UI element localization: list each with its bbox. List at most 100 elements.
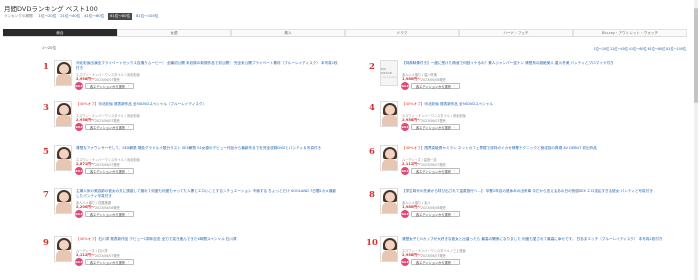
ranking-period-label: ランキングの期間 — [4, 14, 33, 18]
edition-select-label: 各エディションから選択 — [90, 212, 125, 217]
product-title-link[interactable]: 【40%オフ】河北彩伽 発表新作品 全50DVDスペシャル — [402, 102, 664, 107]
thumbnail-face — [59, 149, 69, 159]
edition-select-button[interactable]: 各エディションから選択 › — [411, 124, 461, 130]
edition-select-button[interactable]: 各エディションから選択 › — [85, 83, 135, 89]
rank-number: 7 — [43, 190, 49, 200]
ranking-item: 5 清楚なアナウンサーそして、SEX解禁 現役グラドル十数分ラスト SEX解禁 S… — [40, 145, 340, 185]
ranking-item: 4 【40%オフ】河北彩伽 発表新作品 全50DVDスペシャル エスワン・ナンバーワ… — [366, 101, 666, 141]
discount-tag: 【40%オフ】 — [402, 146, 425, 150]
sale-badge: SALE — [75, 167, 83, 175]
product-title-text: 河北彩伽 発表新作品 全50DVDスペシャル — [424, 102, 493, 106]
thumbnail-face — [385, 149, 395, 159]
edition-select-label: 各エディションから選択 — [90, 169, 125, 174]
edition-select-button[interactable]: 各エディションから選択 › — [411, 168, 461, 174]
tab-amateur[interactable]: 素人 — [231, 29, 345, 36]
release-date: 2023/06/07発売 — [421, 119, 446, 123]
tab-bluray-outlet[interactable]: Blu-ray・アウトレット・ウォッチ — [573, 29, 687, 36]
product-thumbnail[interactable] — [54, 236, 72, 262]
page-link-21-40[interactable]: 21位〜40位 — [610, 46, 628, 51]
product-title-link[interactable]: 清楚女子とGカップが大好きな彼女と出逢ったら 最高の関係になりました 何度も愛さ… — [402, 237, 664, 242]
edition-select-button[interactable]: 各エディションから選択 › — [411, 83, 461, 89]
edition-select-button[interactable]: 各エディションから選択 › — [411, 259, 461, 265]
tab-hard-fetish[interactable]: ハード・フェチ — [459, 29, 573, 36]
rank-number: 8 — [369, 190, 375, 200]
product-title-text: 河北彩伽 発表新作品 全50DVDスペシャル（ブルーレイディスク） — [98, 102, 207, 106]
edition-select-label: 各エディションから選択 — [416, 125, 451, 130]
product-thumbnail[interactable] — [380, 101, 398, 127]
scrollbar-thumb[interactable] — [694, 8, 698, 103]
chevron-right-icon: › — [453, 169, 456, 173]
product-title-text: 清楚女子とGカップが大好きな彼女と出逢ったら 最高の関係になりました 何度も愛さ… — [402, 237, 663, 241]
product-thumbnail[interactable] — [380, 236, 398, 262]
product-thumbnail[interactable] — [54, 60, 72, 86]
edition-select-button[interactable]: 各エディションから選択 › — [85, 168, 135, 174]
thumbnail-body — [56, 159, 71, 170]
release-date: 2023/06/07発売 — [95, 254, 120, 258]
product-title-link[interactable]: 河北彩伽出演全プライベートセックス自撮りムービー！ 全編初公開 未収録の新規作品… — [76, 61, 338, 71]
product-title-text: 河北彩伽出演全プライベートセックス自撮りムービー！ 全編初公開 未収録の新規作品… — [76, 61, 338, 70]
sale-badge: SALE — [401, 123, 409, 131]
thumbnail-face — [59, 192, 69, 202]
sale-badge: SALE — [75, 82, 83, 90]
product-title-text: 【学生時代の先輩から呼び出されて温泉旅行へ…】 卒業2年目の夏休みの出来事 今だ… — [402, 189, 653, 193]
thumbnail-body — [382, 159, 397, 170]
edition-select-button[interactable]: 各エディションから選択 › — [411, 211, 461, 217]
page-link-61-80[interactable]: 61位〜80位 — [648, 46, 666, 51]
product-thumbnail[interactable]: NO IMAGE now printing — [380, 60, 398, 86]
page-link-41-60[interactable]: 41位〜60位 — [629, 46, 647, 51]
page-scrollbar[interactable] — [694, 0, 698, 280]
chevron-right-icon: › — [453, 125, 456, 129]
ranking-item: 8 【学生時代の先輩から呼び出されて温泉旅行へ…】 卒業2年目の夏休みの出来事 今… — [366, 188, 666, 228]
product-thumbnail[interactable] — [380, 188, 398, 214]
edition-select-button[interactable]: 各エディションから選択 › — [85, 259, 135, 265]
rank-number: 5 — [43, 147, 49, 157]
page-link-81-100[interactable]: 81位〜100位 — [666, 46, 686, 51]
edition-select-label: 各エディションから選択 — [90, 125, 125, 130]
product-title-link[interactable]: 【40%オフ】河北彩伽 発表新作品 全50DVDスペシャル（ブルーレイディスク） — [76, 102, 338, 107]
product-title-link[interactable]: 【40%オフ】限界突破再ヤミラン ネットカフェ界隈で評判のイカセ神業テクニックと… — [402, 146, 664, 151]
product-thumbnail[interactable] — [54, 188, 72, 214]
thumbnail-face — [59, 105, 69, 115]
thumbnail-body — [382, 202, 397, 213]
discount-tag: 【40%オフ】 — [76, 102, 99, 106]
chevron-right-icon: › — [453, 212, 456, 216]
range-link-21-40[interactable]: 21位〜40位 — [60, 14, 80, 19]
product-title-link[interactable]: 主婦人気の美容師の彼女の夫に誘惑して隠れて何度も何度もヤってた人妻とエロいことす… — [76, 189, 338, 199]
product-title-link[interactable]: 【40%オフ】石川澪 発表新作品 デビュー1周年記念 全力で突き進んできた4時間… — [76, 237, 338, 242]
chevron-right-icon: › — [127, 169, 130, 173]
range-link-81-100[interactable]: 81位〜100位 — [136, 14, 158, 19]
sale-badge: SALE — [401, 82, 409, 90]
release-date: 2023/06/07発売 — [95, 78, 120, 82]
chevron-right-icon: › — [127, 84, 130, 88]
page-link-1-20[interactable]: 1位〜20位 — [594, 46, 610, 51]
product-title-link[interactable]: 【学生時代の先輩から呼び出されて温泉旅行へ…】 卒業2年目の夏休みの出来事 今だ… — [402, 189, 664, 194]
product-thumbnail[interactable] — [54, 145, 72, 171]
rank-number: 1 — [43, 62, 49, 72]
release-date: 2023/06/07発売 — [95, 119, 120, 123]
category-tabs: 総合 女優 素人 ドラマ ハード・フェチ Blu-ray・アウトレット・ウォッチ — [3, 29, 687, 37]
product-thumbnail[interactable] — [380, 145, 398, 171]
rank-number: 4 — [369, 103, 375, 113]
now-printing-label: now printing — [381, 76, 397, 79]
range-link-41-60[interactable]: 41位〜60位 — [84, 14, 104, 19]
chevron-right-icon: › — [127, 212, 130, 216]
tab-drama[interactable]: ドラマ — [345, 29, 459, 36]
thumbnail-face — [59, 240, 69, 250]
thumbnail-face — [385, 240, 395, 250]
rank-number: 3 — [43, 103, 49, 113]
product-title-link[interactable]: 清楚なアナウンサーそして、SEX解禁 現役グラドル十数分ラスト SEX解禁 S1… — [76, 146, 338, 151]
range-link-61-80[interactable]: 61位〜80位 — [108, 13, 133, 20]
thumbnail-body — [56, 115, 71, 126]
release-date: 2023/06/08発売 — [95, 206, 120, 210]
thumbnail-body — [382, 250, 397, 261]
edition-select-label: 各エディションから選択 — [416, 84, 451, 89]
tab-overall[interactable]: 総合 — [3, 29, 117, 36]
product-title-link[interactable]: 【特典映像付き】一度に受けた精液で何回イケるの？素人ジャンパー逆ナン 清楚系の超… — [402, 61, 664, 66]
ranking-item: 9 【40%オフ】石川澪 発表新作品 デビュー1周年記念 全力で突き進んできた4時… — [40, 236, 340, 276]
range-link-1-20[interactable]: 1位〜20位 — [39, 14, 57, 19]
product-thumbnail[interactable] — [54, 101, 72, 127]
tab-actress[interactable]: 女優 — [117, 29, 231, 36]
edition-select-label: 各エディションから選択 — [416, 212, 451, 217]
edition-select-button[interactable]: 各エディションから選択 › — [85, 124, 135, 130]
edition-select-button[interactable]: 各エディションから選択 › — [85, 211, 135, 217]
